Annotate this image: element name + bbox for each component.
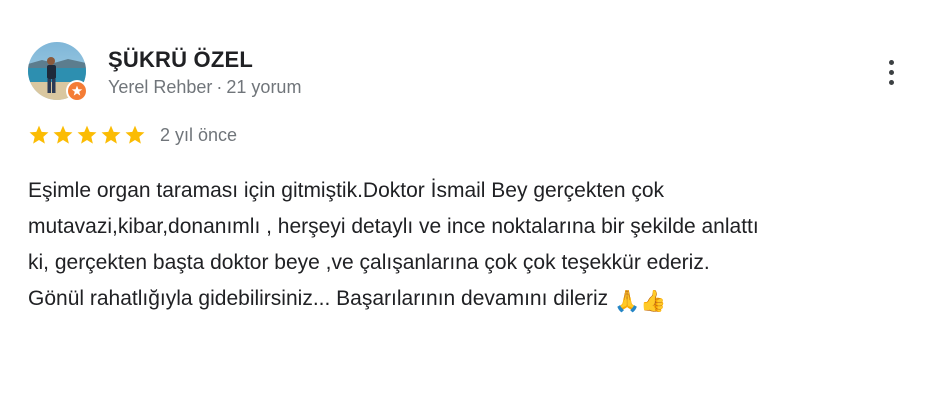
author-role: Yerel Rehber: [108, 77, 213, 97]
thumbs-up-emoji-icon: 👍: [640, 290, 667, 313]
review-card: ŞÜKRÜ ÖZEL Yerel Rehber · 21 yorum 2 yıl ö…: [0, 0, 934, 407]
review-text: Eşimle organ taraması için gitmiştik.Dok…: [28, 173, 888, 320]
more-options-button[interactable]: [874, 52, 908, 92]
more-vert-icon-dot: [888, 69, 894, 75]
review-text-line: Eşimle organ taraması için gitmiştik.Dok…: [28, 179, 665, 202]
review-text-line-content: Gönül rahatlığıyla gidebilirsiniz... Baş…: [28, 287, 614, 310]
star-icon: [101, 125, 121, 144]
author-avatar[interactable]: [28, 42, 88, 102]
author-review-count: 21 yorum: [226, 77, 302, 97]
star-icon: [29, 125, 49, 144]
local-guide-badge: [66, 80, 88, 102]
star-icon: [125, 125, 145, 144]
review-text-line: mutavazi,kibar,donanımlı , herşeyi detay…: [28, 215, 759, 238]
more-vert-icon-dot: [888, 59, 894, 65]
folded-hands-emoji-icon: 🙏: [613, 290, 641, 313]
author-name[interactable]: ŞÜKRÜ ÖZEL: [108, 47, 253, 73]
star-icon: [77, 125, 97, 144]
more-vert-icon-dot: [888, 79, 894, 85]
author-meta: Yerel Rehber · 21 yorum: [108, 77, 301, 98]
review-text-line: Gönül rahatlığıyla gidebilirsiniz... Baş…: [28, 281, 888, 320]
review-date: 2 yıl önce: [160, 124, 238, 145]
meta-separator: ·: [216, 77, 223, 97]
star-icon: [53, 125, 73, 144]
review-text-line: ki, gerçekten başta doktor beye ,ve çalı…: [28, 251, 710, 274]
star-rating: [28, 124, 146, 146]
rating-row: 2 yıl önce: [28, 123, 237, 147]
local-guide-star-icon: [68, 82, 86, 100]
